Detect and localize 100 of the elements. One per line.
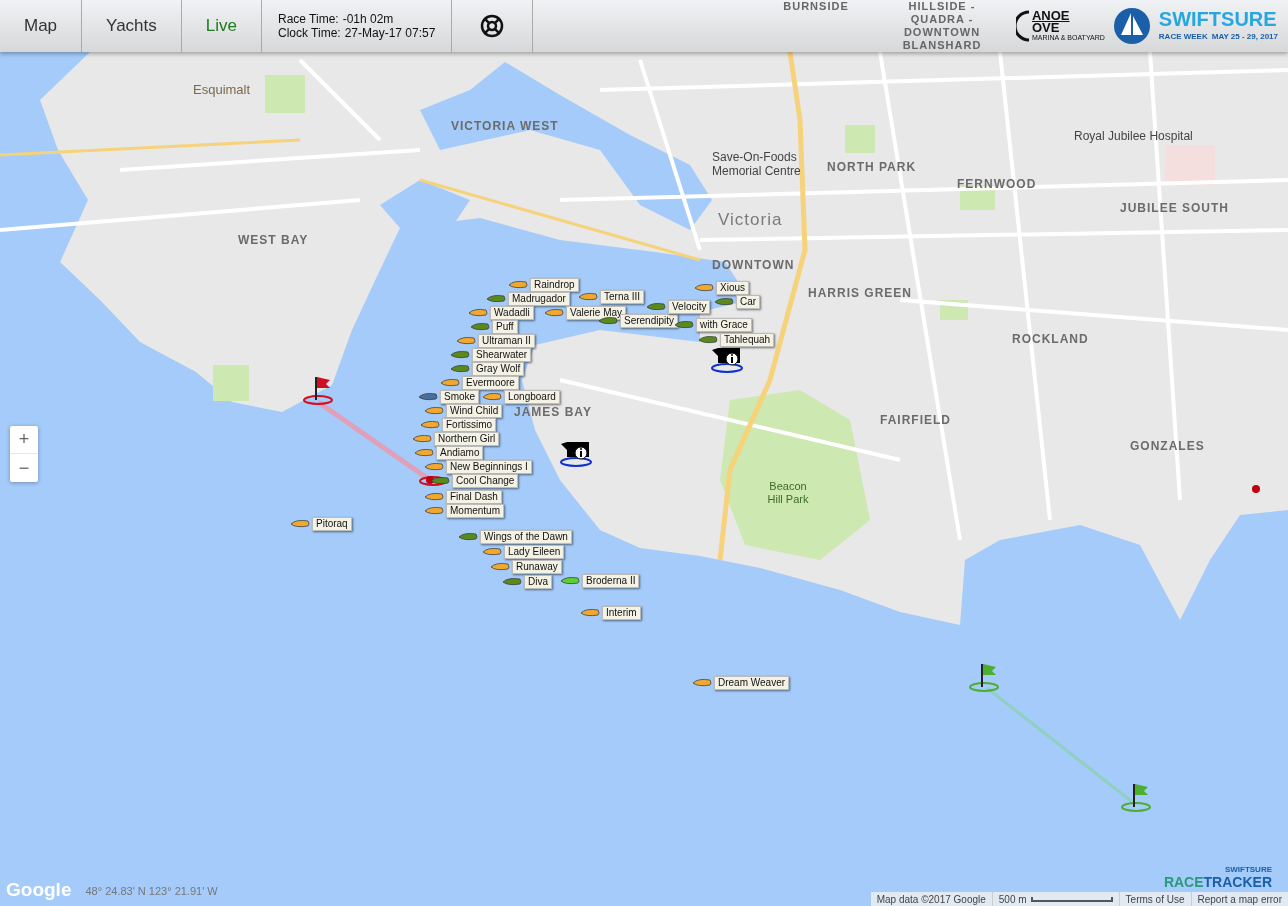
flag-icon [1120, 782, 1152, 812]
boat-icon[interactable] [598, 316, 618, 325]
boat-icon[interactable] [430, 476, 450, 485]
park-area [213, 365, 249, 401]
boat-label[interactable]: Shearwater [472, 348, 532, 362]
district-label: ROCKLAND [1012, 331, 1089, 348]
boat-label[interactable]: with Grace [696, 318, 752, 332]
boat-label[interactable]: Final Dash [446, 490, 502, 504]
boat-icon[interactable] [470, 322, 490, 331]
clock-time-value: 27-May-17 07:57 [344, 26, 436, 40]
boat-label[interactable]: Wadadli [490, 306, 534, 320]
boat-label[interactable]: Puff [492, 320, 518, 334]
boat-icon[interactable] [468, 308, 488, 317]
boat-label[interactable]: Evermoore [462, 376, 519, 390]
boat-label[interactable]: New Beginnings I [446, 460, 532, 474]
sponsor-logo-text: ANOE [1031, 10, 1071, 22]
boat-label[interactable]: Serendipity [620, 314, 679, 328]
boat-label[interactable]: Xious [716, 281, 749, 295]
flag-icon [968, 662, 1000, 692]
boat-icon[interactable] [440, 378, 460, 387]
tracker-logo-text: TRACKER [1203, 876, 1272, 888]
boat-icon[interactable] [694, 283, 714, 292]
district-label: NORTH PARK [827, 159, 917, 176]
nav-tab[interactable]: Live [181, 0, 262, 52]
boat-label[interactable]: Andiamo [436, 446, 484, 460]
boat-label[interactable]: Broderna II [582, 574, 640, 588]
hospital-grounds [1165, 145, 1215, 185]
boat-icon[interactable] [580, 608, 600, 617]
boat-icon[interactable] [486, 294, 506, 303]
boat-icon[interactable] [578, 292, 598, 301]
boat-icon[interactable] [456, 336, 476, 345]
nav-tab[interactable]: Yachts [82, 0, 182, 52]
boat-label[interactable]: Smoke [440, 390, 480, 404]
lifebuoy-icon[interactable] [480, 14, 505, 38]
boat-icon[interactable] [424, 492, 444, 501]
boat-icon[interactable] [450, 350, 470, 359]
nav-tab[interactable]: Map [0, 0, 83, 52]
boat-label[interactable]: Interim [602, 606, 641, 620]
event-logo-title: SWIFTSURE [1158, 8, 1278, 30]
boat-icon[interactable] [692, 678, 712, 687]
district-label: DOWNTOWN [712, 257, 795, 274]
boat-label[interactable]: Gray Wolf [472, 362, 525, 376]
boat-label[interactable]: Wings of the Dawn [480, 530, 572, 544]
boat-icon[interactable] [418, 392, 438, 401]
boat-icon[interactable] [698, 335, 718, 344]
boat-icon[interactable] [508, 280, 528, 289]
boat-label[interactable]: Wind Child [446, 404, 503, 418]
boat-label[interactable]: Northern Girl [434, 432, 500, 446]
boat-icon[interactable] [424, 506, 444, 515]
boat-label[interactable]: Dream Weaver [714, 676, 790, 690]
boat-icon[interactable] [714, 297, 734, 306]
boat-icon[interactable] [414, 448, 434, 457]
boat-icon[interactable] [490, 562, 510, 571]
boat-icon[interactable] [646, 302, 666, 311]
boat-icon[interactable] [458, 532, 478, 541]
report-link[interactable]: Report a map error [1191, 891, 1288, 906]
camera-info-icon[interactable] [710, 347, 744, 373]
zoom-in-button[interactable]: + [10, 426, 38, 454]
boat-label[interactable]: Raindrop [530, 278, 579, 292]
park-area [265, 75, 305, 113]
boat-label[interactable]: Lady Eileen [504, 545, 565, 559]
boat-label[interactable]: Fortissimo [442, 418, 497, 432]
terms-link[interactable]: Terms of Use [1119, 891, 1192, 906]
zoom-out-button[interactable]: − [10, 454, 38, 482]
boat-label[interactable]: Madrugador [508, 292, 570, 306]
boat-label[interactable]: Tahlequah [720, 333, 775, 347]
boat-label[interactable]: Terna III [600, 290, 645, 304]
boat-icon[interactable] [502, 577, 522, 586]
camera-info-icon[interactable] [559, 441, 593, 467]
boat-label[interactable]: Pitoraq [312, 517, 352, 531]
sponsor-logo-text: OVE [1031, 22, 1061, 34]
boat-label[interactable]: Longboard [504, 390, 560, 404]
boat-label[interactable]: Momentum [446, 504, 504, 518]
boat-label[interactable]: Diva [524, 575, 552, 589]
boat-icon[interactable] [424, 406, 444, 415]
district-label: VICTORIA WEST [451, 118, 559, 135]
boat-icon[interactable] [560, 576, 580, 585]
district-label: GONZALES [1130, 438, 1205, 455]
boat-icon[interactable] [290, 519, 310, 528]
boat-icon[interactable] [544, 308, 564, 317]
boat-icon[interactable] [450, 364, 470, 373]
district-label: BURNSIDE [782, 0, 850, 13]
boat-label[interactable]: Ultraman II [478, 334, 535, 348]
park-area [845, 125, 875, 153]
coordinates-text: 48° 24.83' N 123° 21.91' W [85, 883, 218, 899]
boat-icon[interactable] [674, 320, 694, 329]
boat-icon[interactable] [420, 420, 440, 429]
boat-label[interactable]: Runaway [512, 560, 562, 574]
boat-icon[interactable] [482, 392, 502, 401]
scale-text: 500 m [998, 892, 1027, 906]
boat-label[interactable]: Car [736, 295, 761, 309]
map-data-text: Map data ©2017 Google [870, 891, 993, 906]
boat-icon[interactable] [482, 547, 502, 556]
boat-icon[interactable] [412, 434, 432, 443]
boat-label[interactable]: Velocity [668, 300, 711, 314]
boat-label[interactable]: Cool Change [452, 474, 519, 488]
boat-icon[interactable] [424, 462, 444, 471]
event-logo-subtitle: RACE WEEK [1158, 31, 1208, 43]
tracker-logo-text: SWIFTSURE [1224, 864, 1272, 876]
district-label: WEST BAY [238, 232, 309, 249]
